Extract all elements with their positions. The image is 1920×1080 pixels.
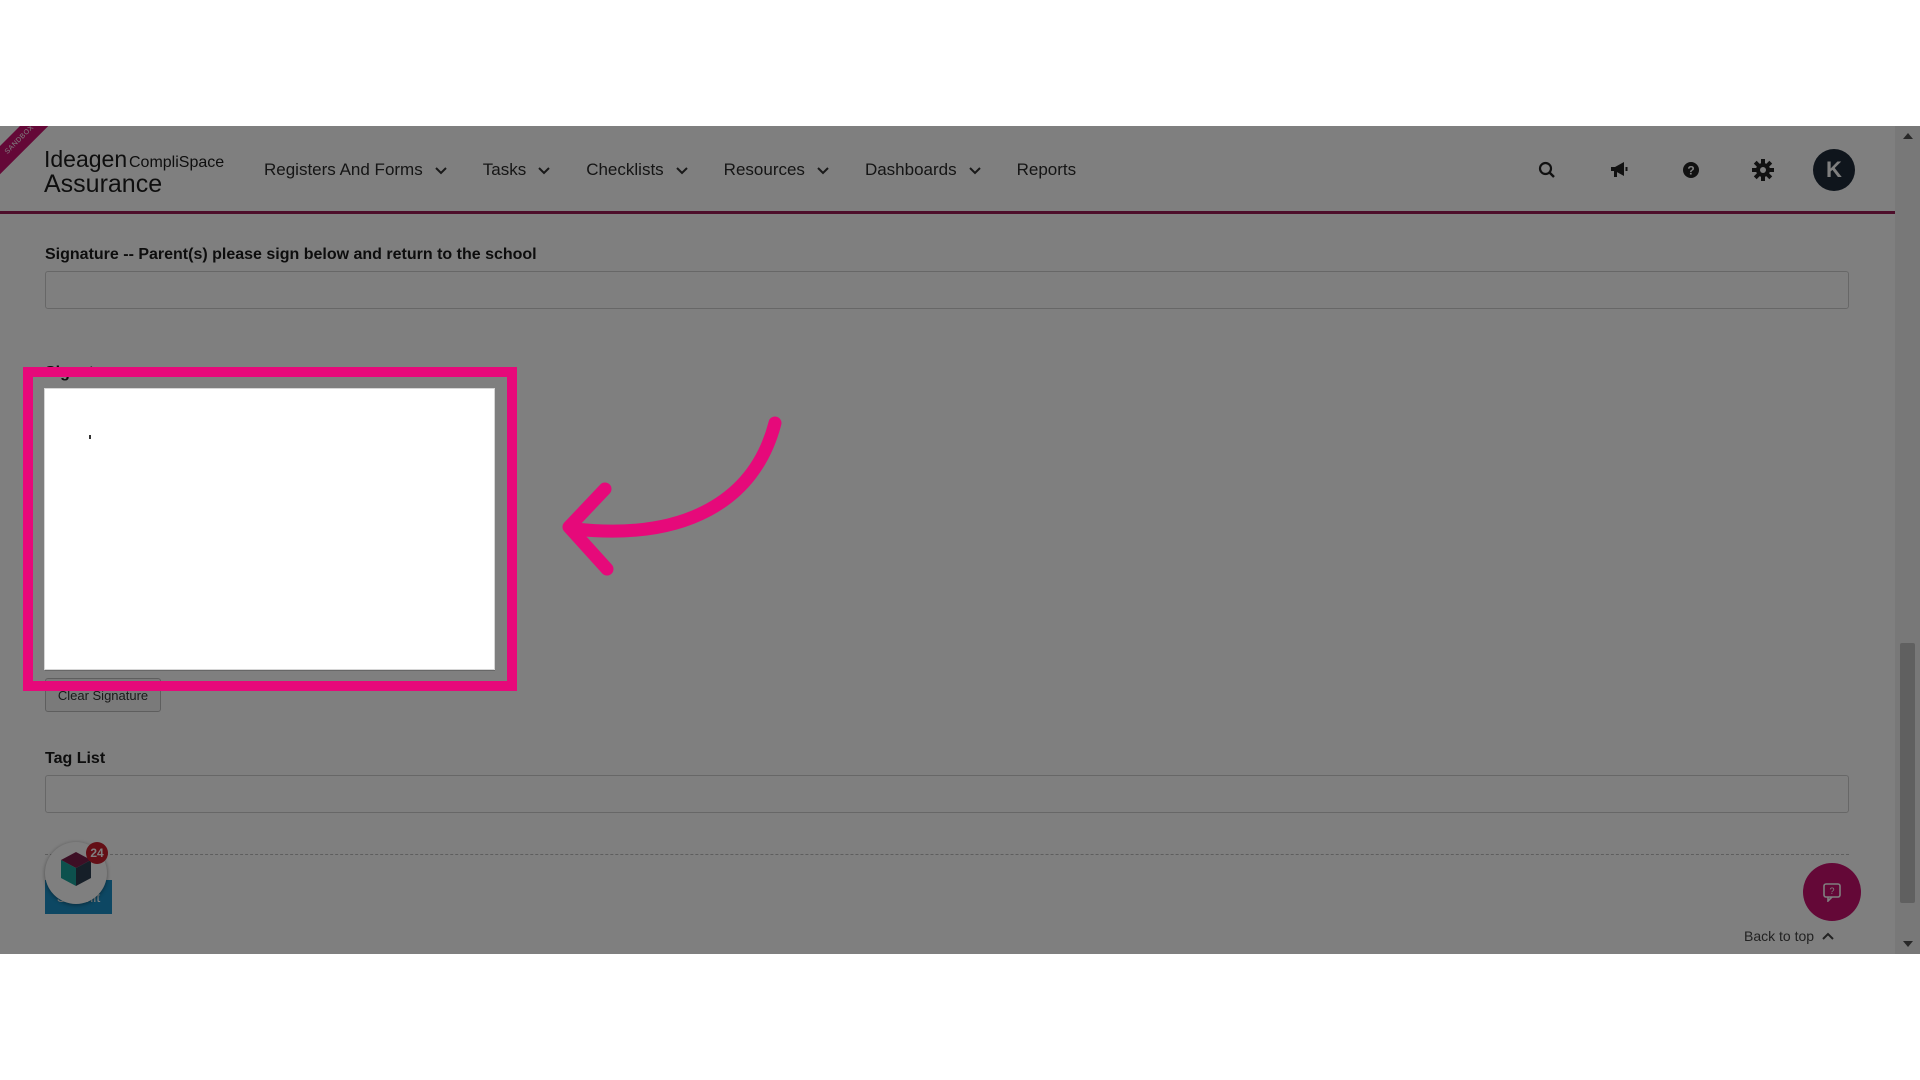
nav-reports[interactable]: Reports bbox=[1017, 160, 1077, 180]
chat-help-button[interactable]: ? bbox=[1803, 863, 1861, 921]
chat-question-icon: ? bbox=[1823, 883, 1841, 902]
scroll-up-arrow[interactable] bbox=[1895, 126, 1920, 146]
chevron-down-icon bbox=[968, 167, 981, 175]
help-icon[interactable]: ? bbox=[1679, 158, 1703, 182]
nav-resources[interactable]: Resources bbox=[724, 160, 831, 180]
nav-label: Resources bbox=[723, 160, 805, 179]
signature-text-field[interactable] bbox=[45, 271, 1849, 309]
page-scrollbar[interactable] bbox=[1895, 126, 1920, 954]
main-nav: Registers And Forms Tasks Checklists Res… bbox=[264, 126, 1110, 214]
megaphone-icon[interactable] bbox=[1607, 158, 1631, 182]
notification-count-badge: 24 bbox=[86, 842, 108, 864]
chevron-up-icon bbox=[1822, 932, 1834, 940]
nav-checklists[interactable]: Checklists bbox=[586, 160, 689, 180]
chevron-down-icon bbox=[675, 167, 688, 175]
user-avatar[interactable]: K bbox=[1813, 149, 1855, 191]
nav-dashboards[interactable]: Dashboards bbox=[865, 160, 983, 180]
logo-product: Assurance bbox=[44, 170, 163, 198]
tag-list-field[interactable] bbox=[45, 775, 1849, 813]
back-to-top-label: Back to top bbox=[1744, 928, 1815, 944]
form-divider bbox=[45, 854, 1849, 855]
pointer-arrow-icon bbox=[562, 416, 782, 576]
logo[interactable]: Ideagen CompliSpace Assurance bbox=[44, 144, 234, 200]
chevron-down-icon bbox=[538, 167, 550, 175]
svg-text:?: ? bbox=[1687, 164, 1694, 178]
chevron-down-icon bbox=[435, 167, 447, 175]
scroll-down-arrow[interactable] bbox=[1895, 934, 1920, 954]
nav-label: Tasks bbox=[482, 160, 527, 179]
app-viewport: SANDBOX Ideagen CompliSpace Assurance Re… bbox=[0, 126, 1920, 954]
nav-label: Checklists bbox=[586, 160, 664, 179]
back-to-top-link[interactable]: Back to top bbox=[1744, 928, 1834, 944]
nav-registers-and-forms[interactable]: Registers And Forms bbox=[264, 160, 449, 180]
scroll-thumb[interactable] bbox=[1900, 643, 1915, 903]
top-nav-header: SANDBOX Ideagen CompliSpace Assurance Re… bbox=[0, 126, 1895, 214]
nav-label: Registers And Forms bbox=[264, 160, 423, 179]
nav-label: Dashboards bbox=[864, 160, 957, 179]
gear-icon[interactable] bbox=[1751, 158, 1775, 182]
logo-brand: Ideagen bbox=[44, 146, 128, 172]
highlight-frame bbox=[23, 367, 517, 691]
nav-tasks[interactable]: Tasks bbox=[483, 160, 552, 180]
signature-text-label: Signature -- Parent(s) please sign below… bbox=[45, 246, 537, 263]
tag-list-label: Tag List bbox=[45, 750, 106, 767]
chevron-down-icon bbox=[817, 167, 829, 175]
nav-label: Reports bbox=[1016, 160, 1077, 179]
svg-text:?: ? bbox=[1829, 886, 1834, 896]
search-icon[interactable] bbox=[1535, 158, 1559, 182]
header-actions: ? K bbox=[1487, 126, 1895, 214]
